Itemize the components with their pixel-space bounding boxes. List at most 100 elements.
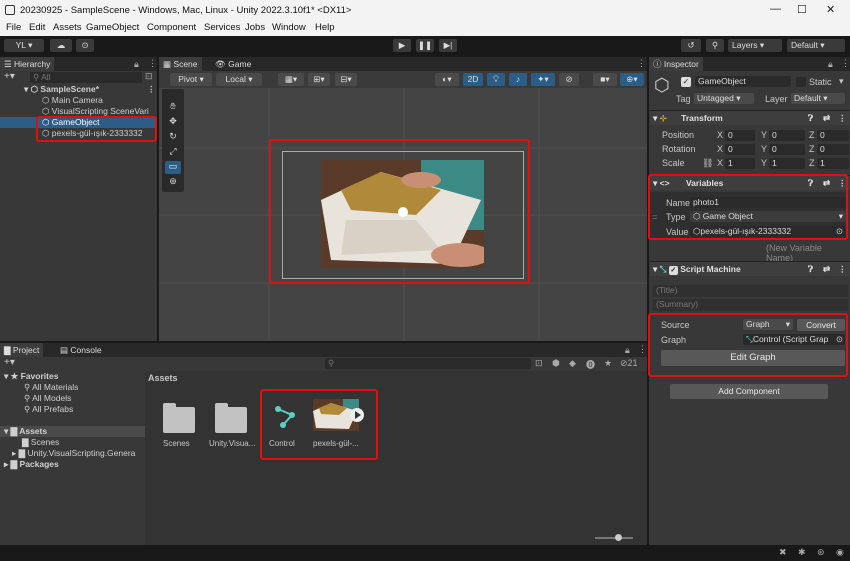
scene-root[interactable]: ▾ ⬡ SampleScene* ⋮ xyxy=(0,84,157,95)
assets-node[interactable]: ▾ ▇ Assets xyxy=(0,426,145,437)
fav-item[interactable]: ⚲ All Models xyxy=(0,393,71,404)
project-more-icon[interactable]: ⋮ xyxy=(638,344,647,355)
static-checkbox[interactable] xyxy=(796,77,806,87)
component-menu-icon[interactable]: ⋮ xyxy=(838,111,847,126)
favorite-icon[interactable]: ★ xyxy=(604,358,612,369)
asset-folder[interactable]: ▸ ▇ Unity.VisualScripting.Genera xyxy=(0,448,145,459)
tab-game[interactable]: 👁︎ Game xyxy=(211,57,256,71)
scale-tool-icon[interactable]: ⤢ xyxy=(165,146,181,159)
increment-snap-icon[interactable]: ⊞▾ xyxy=(308,73,330,86)
step-button[interactable]: ▶| xyxy=(439,39,457,52)
inspector-lock-icon[interactable]: 🔒︎ xyxy=(828,59,833,70)
tag-dropdown[interactable]: Untagged ▾ xyxy=(694,93,754,104)
new-variable-placeholder[interactable]: (New Variable Name) xyxy=(766,243,850,263)
menu-component[interactable]: Component xyxy=(147,22,196,33)
link-icon[interactable]: ⛓︎ xyxy=(702,158,713,169)
progress-icon[interactable]: ✖︎ xyxy=(779,547,787,558)
tab-console[interactable]: ▤ Console xyxy=(56,343,106,357)
search-by-type-icon[interactable]: ⊡ xyxy=(535,358,543,369)
list-item[interactable]: ⬡ Main Camera xyxy=(0,95,157,106)
gizmos-icon[interactable]: ⊕▾ xyxy=(620,73,644,86)
graph-title-field[interactable]: (Title) xyxy=(653,285,848,297)
project-search-input[interactable]: ⚲ xyxy=(325,358,531,369)
zoom-slider[interactable] xyxy=(595,534,633,541)
object-name-field[interactable]: GameObject xyxy=(695,76,791,87)
packages-node[interactable]: ▸ ▇ Packages xyxy=(0,459,59,470)
tab-scene[interactable]: ▦ Scene xyxy=(159,57,202,71)
script-machine-header[interactable]: ▾ ⤡ ✓ Script Machine ❓︎ ⇄ ⋮ xyxy=(650,261,850,276)
static-dropdown-icon[interactable]: ▾ xyxy=(839,76,844,87)
filter-icon[interactable]: ⊡ xyxy=(145,71,153,82)
history-icon[interactable]: ↺ xyxy=(681,39,701,52)
asset-folder[interactable]: ▇ Scenes xyxy=(0,437,59,448)
rotation-z-field[interactable]: 0 xyxy=(817,144,849,155)
menu-file[interactable]: File xyxy=(6,22,21,33)
asset-item[interactable]: Unity.Visua... xyxy=(207,399,255,459)
hierarchy-search-input[interactable]: ⚲ All xyxy=(30,72,142,83)
scale-y-field[interactable]: 1 xyxy=(769,158,805,169)
lighting-icon[interactable]: 💡︎ xyxy=(487,73,505,86)
menu-gameobject[interactable]: GameObject xyxy=(86,22,139,33)
create-asset-icon[interactable]: +▾ xyxy=(4,357,15,368)
play-button[interactable]: ▶ xyxy=(393,39,411,52)
search-by-label-icon[interactable]: ⬢ xyxy=(552,358,560,369)
maximize-icon[interactable]: ☐ xyxy=(797,3,807,16)
label-icon[interactable]: ◆ xyxy=(569,358,576,369)
transform-tool-icon[interactable]: ⊛ xyxy=(165,176,181,189)
scene-menu-icon[interactable]: ⋮ xyxy=(147,84,156,95)
more-icon[interactable]: ⋮ xyxy=(148,58,157,69)
position-z-field[interactable]: 0 xyxy=(817,130,849,141)
menu-assets[interactable]: Assets xyxy=(53,22,82,33)
tab-inspector[interactable]: ⓘ Inspector xyxy=(649,57,703,71)
align-icon[interactable]: ⊟▾ xyxy=(335,73,357,86)
layer-dropdown[interactable]: Default ▾ xyxy=(791,93,845,104)
fav-item[interactable]: ⚲ All Prefabs xyxy=(0,404,73,415)
pivot-dropdown[interactable]: Pivot ▾ xyxy=(170,73,212,86)
close-icon[interactable]: ✕ xyxy=(826,3,835,16)
search-icon[interactable]: ⚲ xyxy=(706,39,724,52)
hand-tool-icon[interactable]: ✋︎ xyxy=(165,101,181,114)
effects-icon[interactable]: ✦▾ xyxy=(531,73,555,86)
scale-x-field[interactable]: 1 xyxy=(725,158,755,169)
breadcrumb[interactable]: Assets xyxy=(148,373,178,383)
help-icon[interactable]: ❓︎ xyxy=(808,111,813,126)
enabled-checkbox[interactable]: ✓ xyxy=(668,266,678,275)
audio-icon[interactable]: ♪ xyxy=(509,73,527,86)
cloud-icon[interactable]: ☁ xyxy=(50,39,72,52)
info-icon[interactable]: ⓿ xyxy=(586,358,595,371)
menu-window[interactable]: Window xyxy=(272,22,306,33)
add-component-button[interactable]: Add Component xyxy=(670,384,828,399)
position-y-field[interactable]: 0 xyxy=(769,130,805,141)
tab-project[interactable]: ▇ Project xyxy=(0,343,44,357)
mode-2d-button[interactable]: 2D xyxy=(463,73,483,86)
fav-item[interactable]: ⚲ All Materials xyxy=(0,382,78,393)
preset-icon[interactable]: ⇄ xyxy=(823,111,830,126)
zoom-slider-handle[interactable] xyxy=(615,534,622,541)
visibility-icon[interactable]: ⊘ xyxy=(559,73,579,86)
scale-z-field[interactable]: 1 xyxy=(817,158,849,169)
grid-snap-icon[interactable]: ▦▾ xyxy=(278,73,304,86)
tab-hierarchy[interactable]: ☰ Hierarchy xyxy=(0,57,55,71)
pause-button[interactable]: ❚❚ xyxy=(416,39,434,52)
account-dropdown[interactable]: YL ▾ xyxy=(4,39,44,52)
layout-dropdown[interactable]: Default ▾ xyxy=(787,39,845,52)
menu-jobs[interactable]: Jobs xyxy=(245,22,265,33)
notification-icon[interactable]: ◉ xyxy=(836,547,844,558)
local-dropdown[interactable]: Local ▾ xyxy=(216,73,262,86)
menu-help[interactable]: Help xyxy=(315,22,335,33)
move-tool-icon[interactable]: ✥ xyxy=(165,116,181,129)
transform-header[interactable]: ▾ ⊹ Transform ❓︎ ⇄ ⋮ xyxy=(650,110,850,125)
inspector-more-icon[interactable]: ⋮ xyxy=(841,58,850,69)
favorites-node[interactable]: ▾ ★ Favorites xyxy=(0,371,58,382)
rotation-y-field[interactable]: 0 xyxy=(769,144,805,155)
lock-icon[interactable]: 🔒︎ xyxy=(134,59,139,70)
shading-icon[interactable]: ◐▾ xyxy=(435,73,459,86)
help-icon[interactable]: ❓︎ xyxy=(808,262,813,277)
asset-item[interactable]: Scenes xyxy=(159,399,199,459)
active-checkbox[interactable]: ✓ xyxy=(681,77,691,87)
add-icon[interactable]: +▾ xyxy=(4,71,15,82)
project-lock-icon[interactable]: 🔒︎ xyxy=(625,345,630,356)
rotate-tool-icon[interactable]: ↻ xyxy=(165,131,181,144)
rect-tool-icon[interactable]: ▭ xyxy=(165,161,181,174)
layers-dropdown[interactable]: Layers ▾ xyxy=(728,39,782,52)
